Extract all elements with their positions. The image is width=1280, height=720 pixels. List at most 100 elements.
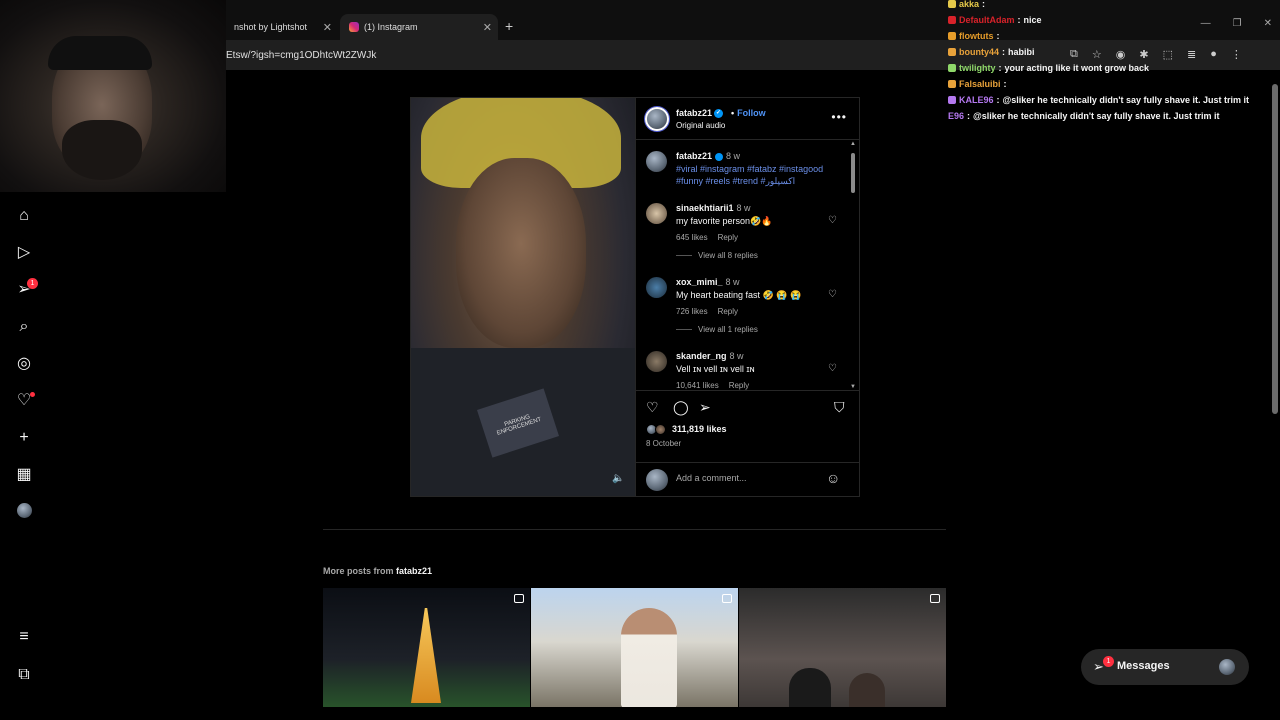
chat-separator: : [1017, 15, 1021, 25]
author-username[interactable]: fatabz21 ✓ [676, 108, 724, 119]
commenter-avatar[interactable] [646, 351, 667, 372]
chat-separator: : [1003, 79, 1007, 89]
comment-meta: 726 likes Reply [676, 307, 748, 316]
like-comment-heart-icon[interactable]: ♡ [828, 215, 837, 226]
follow-label[interactable]: Follow [737, 108, 766, 118]
view-replies-button[interactable]: View all 1 replies [676, 325, 758, 334]
tab-title: (1) Instagram [364, 22, 418, 32]
comments-list: fatabz21 8 w #viral #instagram #fatabz #i… [636, 141, 859, 390]
multi-post-icon [722, 594, 732, 603]
comment-text: My heart beating fast 🤣 😭 😭 [676, 290, 802, 300]
chat-message: KALE96 : @sliker he technically didn't s… [948, 92, 1278, 108]
page-scroll-thumb[interactable] [1272, 84, 1278, 414]
audio-volume-icon[interactable]: 🔈 [612, 473, 624, 484]
comment-icon[interactable]: ◯ [673, 399, 689, 416]
chat-separator: : [998, 63, 1002, 73]
tab-instagram[interactable]: (1) Instagram ✕ [340, 14, 498, 40]
more-posts-prefix: More posts from [323, 566, 394, 576]
like-comment-heart-icon[interactable]: ♡ [828, 289, 837, 300]
dashboard-icon[interactable]: ▦ [14, 465, 34, 485]
like-comment-heart-icon[interactable]: ♡ [828, 363, 837, 374]
comment-likes[interactable]: 726 likes [676, 307, 708, 316]
reply-button[interactable]: Reply [718, 233, 738, 242]
chat-text: @sliker he technically didn't say fully … [1002, 95, 1250, 105]
caption-username-text[interactable]: fatabz21 [676, 151, 712, 161]
reels-icon[interactable]: ▷ [14, 243, 34, 263]
create-icon[interactable]: + [14, 428, 34, 448]
comment-time: 8 w [736, 203, 751, 213]
comments-scrollbar[interactable]: ▲ ▼ [849, 141, 857, 390]
also-from-meta-icon[interactable]: ⧉ [14, 665, 34, 685]
emoji-picker-icon[interactable]: ☺ [826, 470, 840, 486]
messages-count-badge: 1 [27, 278, 38, 289]
post-side-panel: fatabz21 ✓ • Follow Original audio ••• fat… [636, 97, 860, 497]
chat-username: flowtuts [959, 31, 994, 41]
like-heart-icon[interactable]: ♡ [646, 399, 659, 416]
chat-message: twilighty : your acting like it wont gro… [948, 60, 1278, 76]
caption-hashtags[interactable]: #viral #instagram #fatabz #instagood #fu… [676, 163, 836, 187]
chat-username: Falsaluibi [959, 79, 1001, 89]
comment-username[interactable]: skander_ng 8 w [676, 351, 744, 361]
verified-badge-icon [715, 152, 724, 161]
more-posts-username[interactable]: fatabz21 [396, 566, 432, 576]
instagram-sidebar: ⌂ ▷ ➢ 1 ⌕ ◎ ♡ + ▦ ≡ ⧉ [0, 192, 48, 720]
more-post-thumbnail[interactable] [739, 588, 946, 707]
commenter-avatar[interactable] [646, 203, 667, 224]
new-tab-button[interactable]: + [505, 18, 513, 34]
address-bar[interactable]: Etsw/?igsh=cmg1ODhtcWt2ZWJk [226, 46, 986, 66]
chat-message: Falsaluibi : [948, 76, 1278, 92]
scroll-up-icon[interactable]: ▲ [850, 141, 856, 147]
save-bookmark-icon[interactable]: ⛉ [834, 399, 845, 416]
chat-badge-icon [948, 16, 956, 24]
comment-likes[interactable]: 645 likes [676, 233, 708, 242]
comment-likes[interactable]: 10,641 likes [676, 381, 719, 390]
reply-button[interactable]: Reply [729, 381, 749, 390]
author-avatar[interactable] [645, 107, 669, 131]
comment-username-text[interactable]: xox_mimi_ [676, 277, 723, 287]
author-username-text[interactable]: fatabz21 [676, 108, 712, 118]
commenter-avatar[interactable] [646, 277, 667, 298]
comment-input[interactable] [676, 473, 816, 483]
tab-lightshot[interactable]: nshot by Lightshot ✕ [226, 14, 338, 40]
comment-username-text[interactable]: sinaekhtiarii1 [676, 203, 734, 213]
reply-button[interactable]: Reply [718, 307, 738, 316]
person-image [621, 608, 677, 707]
add-comment-bar: ☺ [636, 462, 859, 498]
tab-title: nshot by Lightshot [234, 22, 308, 32]
home-icon[interactable]: ⌂ [14, 206, 34, 226]
chat-text: your acting like it wont grow back [1004, 63, 1150, 73]
page-scrollbar[interactable] [1271, 70, 1279, 720]
post-video[interactable]: PARKING ENFORCEMENT [410, 97, 636, 497]
view-replies-button[interactable]: View all 8 replies [676, 251, 758, 260]
more-post-thumbnail[interactable] [323, 588, 530, 707]
caption-username[interactable]: fatabz21 8 w [676, 151, 740, 161]
chat-separator: : [967, 111, 971, 121]
more-post-thumbnail[interactable] [531, 588, 738, 707]
tab-close-icon[interactable]: ✕ [323, 21, 332, 34]
person-image [849, 673, 885, 707]
person-image [789, 668, 831, 707]
face [456, 158, 586, 348]
audio-label[interactable]: Original audio [676, 121, 725, 130]
chat-badge-icon [948, 64, 956, 72]
author-avatar[interactable] [646, 151, 667, 172]
multi-post-icon [930, 594, 940, 603]
liker-avatar [655, 424, 666, 435]
profile-avatar[interactable] [14, 503, 34, 523]
comments-scroll-thumb[interactable] [851, 153, 855, 193]
comment-text: Vell ɪɴ vell ɪɴ vell ɪɴ [676, 364, 755, 374]
more-menu-icon[interactable]: ≡ [14, 627, 34, 647]
chat-message: flowtuts : [948, 28, 1278, 44]
tab-close-icon[interactable]: ✕ [483, 21, 492, 34]
explore-icon[interactable]: ◎ [14, 354, 34, 374]
likes-count[interactable]: 311,819 likes [672, 424, 727, 434]
messages-button[interactable]: ➢ 1 Messages [1081, 649, 1249, 685]
follow-button[interactable]: • Follow [731, 108, 766, 118]
comment-username[interactable]: xox_mimi_ 8 w [676, 277, 740, 287]
share-icon[interactable]: ➢ [699, 399, 711, 416]
more-options-icon[interactable]: ••• [831, 110, 847, 124]
search-icon[interactable]: ⌕ [14, 317, 34, 337]
comment-text: my favorite person🤣🔥 [676, 216, 773, 226]
comment-username[interactable]: sinaekhtiarii1 8 w [676, 203, 751, 213]
comment-username-text[interactable]: skander_ng [676, 351, 727, 361]
